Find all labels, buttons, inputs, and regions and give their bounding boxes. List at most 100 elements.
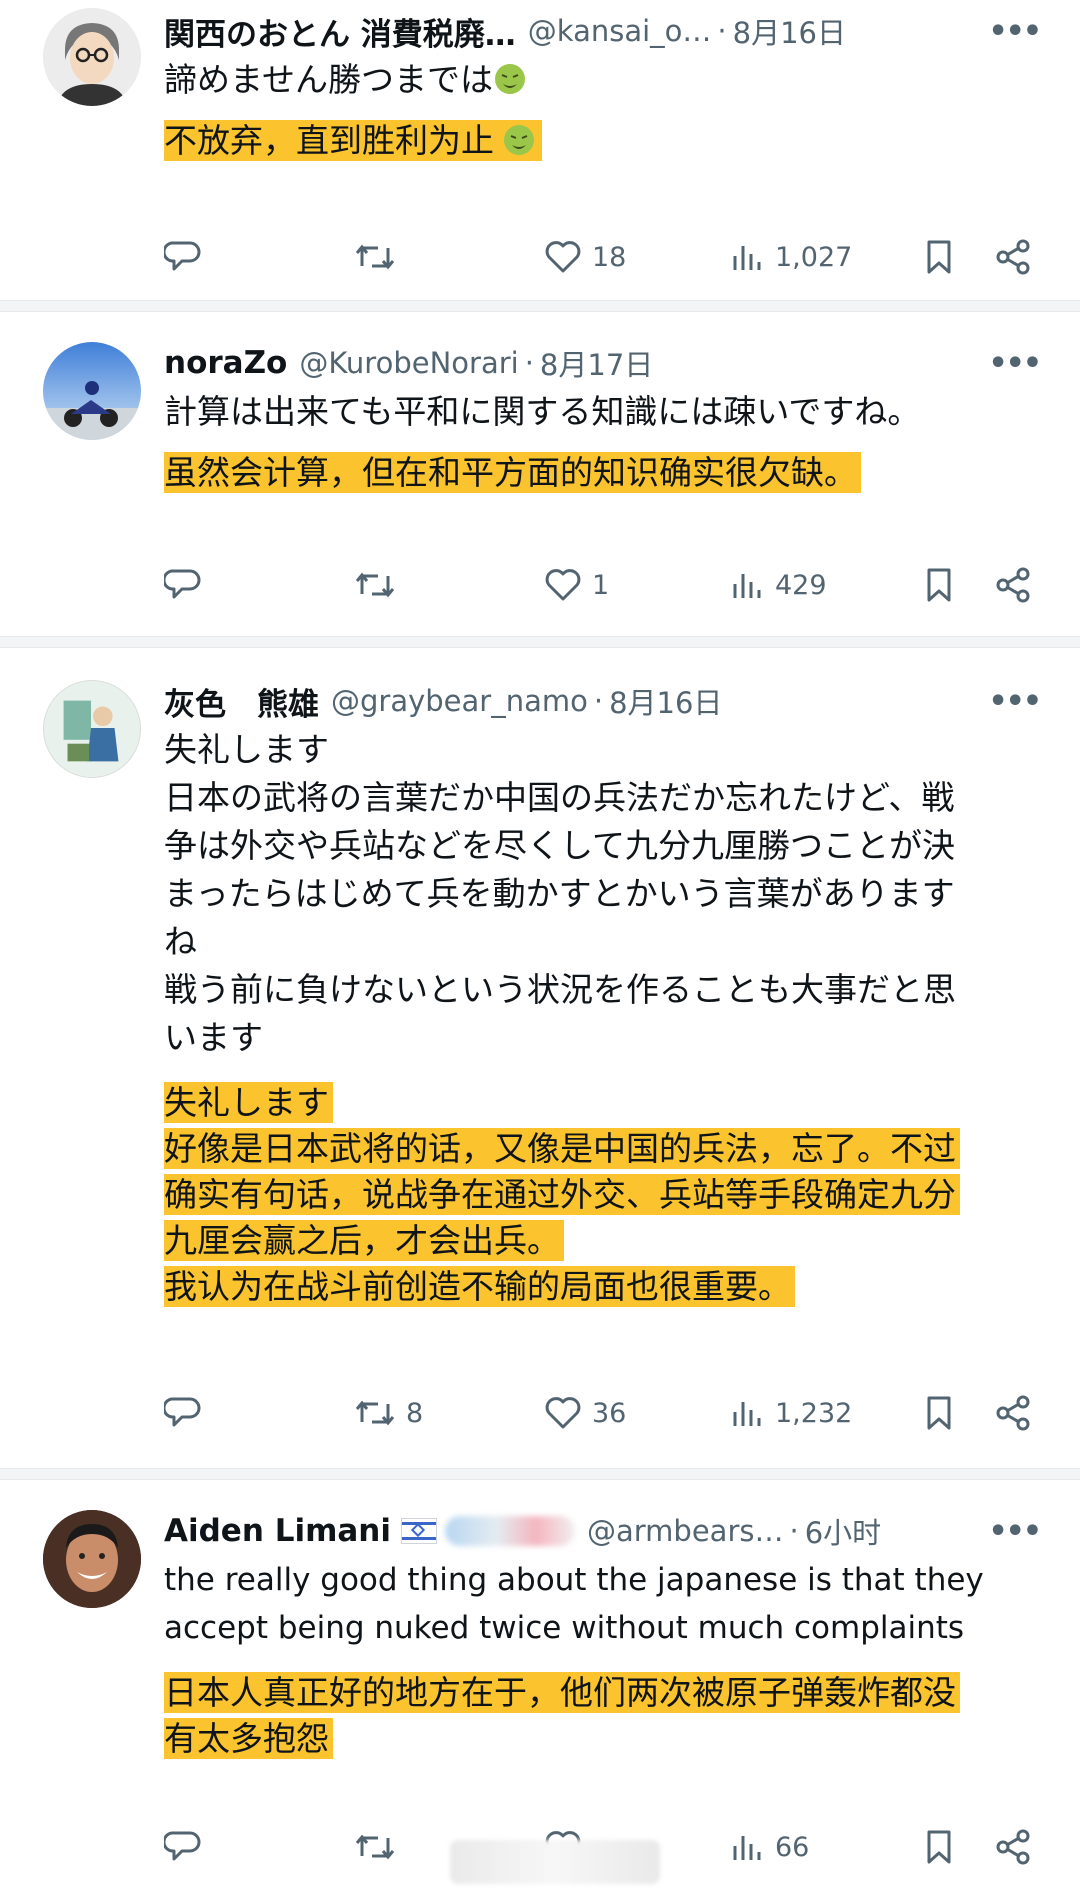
blurred-display-name [445,1516,575,1546]
translation-line: 虽然会计算，但在和平方面的知识确实很欠缺。 [164,452,861,493]
bookmark-button[interactable] [924,239,954,275]
text-line: the really good thing about the japanese… [164,1562,984,1598]
translation-line: 我认为在战斗前创造不输的局面也很重要。 [164,1266,795,1307]
israel-flag-icon [401,1518,437,1544]
separator-dot: · [789,1514,799,1548]
text-line: 失礼します [164,730,329,769]
views-button[interactable]: 1,232 [731,1396,852,1430]
post-text: 計算は出来ても平和に関する知識には疎いですね。 [164,388,1040,436]
reply-icon [164,1397,201,1427]
post-date[interactable]: 8月17日 [540,342,653,384]
author-name[interactable]: noraZo [164,345,287,381]
bookmark-button[interactable] [924,567,954,603]
translation-line: 不放弃，直到胜利为止 [164,120,498,161]
post-header: Aiden Limani @armbears… · 6小时 [164,1508,1040,1554]
share-button[interactable] [994,239,1032,275]
reply-button[interactable] [164,1829,202,1865]
post-text: the really good thing about the japanese… [164,1556,1040,1652]
translation-line: 失礼します [164,1082,333,1123]
author-handle[interactable]: @KurobeNorari [299,346,518,380]
separator-dot: · [524,346,534,380]
bookmark-button[interactable] [924,1829,954,1865]
action-bar: 1 429 [164,560,1040,610]
post-separator [0,636,1080,648]
text-line: 戦う前に負けないという状況を作ることも大事だと思 [164,970,956,1009]
reply-icon [164,569,201,599]
author-name[interactable]: 関西のおとん 消費税廃… [164,9,516,54]
translation-block: 日本人真正好的地方在于，他们两次被原子弹轰炸都没 有太多抱怨 [164,1670,1040,1762]
avatar[interactable] [43,342,141,440]
post-3[interactable]: 灰色 熊雄 @graybear_namo · 8月16日 ••• 失礼します 日… [0,648,1080,1468]
retweet-count: 8 [406,1397,424,1429]
views-chart-icon [733,246,761,270]
share-button[interactable] [994,1829,1032,1865]
translation-line: 有太多抱怨 [164,1718,333,1759]
views-button[interactable]: 1,027 [731,240,852,274]
views-count: 1,027 [775,241,853,273]
bookmark-icon [927,1396,951,1430]
heart-icon [545,1397,581,1429]
share-button[interactable] [994,567,1032,603]
like-button[interactable]: 1 [544,568,609,602]
views-button[interactable]: 429 [731,568,827,602]
retweet-button[interactable]: 8 [354,1396,423,1430]
translation-line: 确实有句话，说战争在通过外交、兵站等手段确定九分 [164,1174,960,1215]
post-text: 失礼します 日本の武将の言葉だか中国の兵法だか忘れたけど、戦 争は外交や兵站など… [164,726,1040,1062]
post-4[interactable]: Aiden Limani @armbears… · 6小时 ••• the re… [0,1480,1080,1895]
heart-icon [545,241,581,273]
reply-button[interactable] [164,1395,202,1431]
author-handle[interactable]: @kansai_o… [528,14,712,48]
share-icon [996,1829,1030,1865]
reply-button[interactable] [164,239,202,275]
author-name[interactable]: 灰色 熊雄 [164,679,319,724]
text-line: まったらはじめて兵を動かすとかいう言葉があります [164,874,955,913]
avatar[interactable] [43,1510,141,1608]
post-date[interactable]: 8月16日 [609,680,722,722]
retweet-icon [355,1834,395,1860]
retweet-icon [355,1400,395,1426]
like-count: 18 [592,241,627,273]
retweet-icon [355,244,395,270]
bookmark-button[interactable] [924,1395,954,1431]
separator-dot: · [717,14,727,48]
share-button[interactable] [994,1395,1032,1431]
translation-line: 好像是日本武将的话，又像是中国的兵法，忘了。不过 [164,1128,960,1169]
retweet-button[interactable] [354,568,396,602]
action-bar: 18 1,027 [164,232,1040,282]
views-chart-icon [733,1402,761,1426]
text-line: 日本の武将の言葉だか中国の兵法だか忘れたけど、戦 [164,778,955,817]
post-header: noraZo @KurobeNorari · 8月17日 [164,340,1040,386]
text-line: ね [164,922,197,961]
views-button[interactable]: 66 [731,1830,809,1864]
post-2[interactable]: noraZo @KurobeNorari · 8月17日 ••• 計算は出来ても… [0,312,1080,636]
avatar[interactable] [43,8,141,106]
bookmark-icon [927,240,951,274]
more-options-icon[interactable]: ••• [988,678,1042,724]
reply-button[interactable] [164,567,202,603]
post-date[interactable]: 6小时 [805,1510,881,1552]
retweet-button[interactable] [354,1830,396,1864]
like-button[interactable]: 18 [544,240,626,274]
post-date[interactable]: 8月16日 [733,10,846,52]
text-line: 計算は出来ても平和に関する知識には疎いですね。 [164,392,921,431]
views-count: 429 [775,569,827,601]
post-1[interactable]: 関西のおとん 消費税廃… @kansai_o… · 8月16日 ••• 諦めませ… [0,0,1080,300]
more-options-icon[interactable]: ••• [988,1508,1042,1554]
avatar[interactable] [43,680,141,778]
more-options-icon[interactable]: ••• [988,8,1042,54]
share-icon [996,239,1030,275]
share-icon [996,1395,1030,1431]
post-text: 諦めません勝つまでは [164,56,1040,104]
share-icon [996,567,1030,603]
views-count: 66 [775,1831,810,1863]
author-name[interactable]: Aiden Limani [164,1513,391,1549]
author-handle[interactable]: @graybear_namo [331,684,588,718]
translation-line: 九厘会赢之后，才会出兵。 [164,1220,564,1261]
like-button[interactable]: 36 [544,1396,626,1430]
author-handle[interactable]: @armbears… [587,1514,784,1548]
like-count: 36 [592,1397,627,1429]
retweet-button[interactable] [354,240,396,274]
reply-icon [164,241,201,271]
more-options-icon[interactable]: ••• [988,340,1042,386]
post-header: 関西のおとん 消費税廃… @kansai_o… · 8月16日 [164,8,1040,54]
